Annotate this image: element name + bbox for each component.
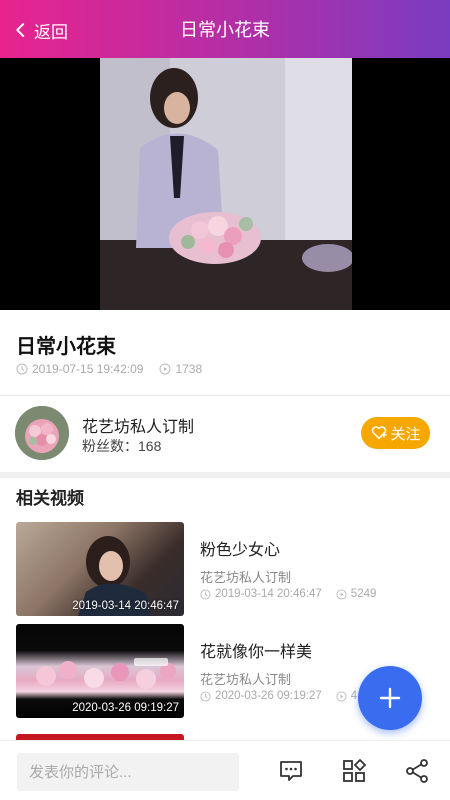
video-thumbnail[interactable]: 2019-03-14 20:46:47 bbox=[16, 522, 184, 616]
play-circle-icon bbox=[336, 588, 347, 600]
item-views: 5249 bbox=[350, 588, 377, 600]
app-header: 返回 日常小花束 bbox=[0, 0, 450, 58]
clock-icon bbox=[200, 690, 211, 702]
back-label: 返回 bbox=[34, 22, 68, 42]
video-date: 2019-07-15 19:42:09 bbox=[32, 362, 144, 376]
comment-button[interactable] bbox=[277, 757, 305, 785]
chevron-left-icon bbox=[16, 23, 25, 37]
section-divider bbox=[0, 472, 450, 478]
avatar[interactable] bbox=[15, 406, 69, 460]
video-info: 日常小花束 2019-07-15 19:42:09 1738 bbox=[0, 310, 450, 396]
share-icon bbox=[406, 759, 428, 783]
play-circle-icon bbox=[336, 690, 347, 702]
video-thumbnail[interactable]: 2020-03-26 09:19:27 bbox=[16, 624, 184, 718]
follow-label: 关注 bbox=[390, 425, 421, 443]
avatar-image bbox=[15, 406, 69, 460]
related-heading: 相关视频 bbox=[16, 489, 84, 508]
item-meta: 2019-03-14 20:46:47 5249 bbox=[200, 588, 376, 600]
item-date: 2020-03-26 09:19:27 bbox=[215, 690, 322, 702]
plus-icon bbox=[379, 687, 401, 709]
item-title[interactable]: 粉色少女心 bbox=[200, 536, 280, 560]
thumbnail-date: 2019-03-14 20:46:47 bbox=[72, 600, 179, 612]
list-item[interactable]: 2019-03-14 20:46:47 粉色少女心 花艺坊私人订制 2019-0… bbox=[0, 520, 450, 616]
share-button[interactable] bbox=[403, 757, 431, 785]
back-button[interactable]: 返回 bbox=[12, 16, 68, 44]
apps-icon bbox=[343, 759, 366, 782]
clock-icon bbox=[200, 588, 211, 600]
play-circle-icon bbox=[159, 363, 171, 375]
item-title[interactable]: 花就像你一样美 bbox=[200, 638, 312, 662]
video-meta: 2019-07-15 19:42:09 1738 bbox=[16, 362, 202, 376]
item-author: 花艺坊私人订制 bbox=[200, 570, 292, 585]
fans-count: 粉丝数：168 bbox=[82, 438, 162, 454]
thumbnail-date: 2020-03-26 09:19:27 bbox=[72, 702, 179, 714]
item-author: 花艺坊私人订制 bbox=[200, 672, 292, 687]
video-title: 日常小花束 bbox=[16, 336, 116, 358]
video-frame bbox=[100, 58, 352, 310]
author-name[interactable]: 花艺坊私人订制 bbox=[82, 413, 194, 437]
follow-button[interactable]: 关注 bbox=[361, 417, 430, 449]
video-views: 1738 bbox=[175, 362, 203, 376]
video-preview-image bbox=[100, 58, 352, 310]
bottom-bar bbox=[0, 740, 450, 800]
item-meta: 2020-03-26 09:19:27 4 bbox=[200, 690, 357, 702]
clock-icon bbox=[16, 363, 28, 375]
apps-button[interactable] bbox=[340, 757, 368, 785]
video-player[interactable] bbox=[0, 58, 450, 310]
add-fab-button[interactable] bbox=[358, 666, 422, 730]
comment-input[interactable] bbox=[17, 753, 239, 791]
author-row[interactable]: 花艺坊私人订制 粉丝数：168 关注 bbox=[0, 396, 450, 472]
heart-plus-icon bbox=[372, 426, 388, 440]
comment-icon bbox=[280, 761, 302, 781]
item-views: 4 bbox=[350, 690, 358, 702]
item-date: 2019-03-14 20:46:47 bbox=[215, 588, 322, 600]
